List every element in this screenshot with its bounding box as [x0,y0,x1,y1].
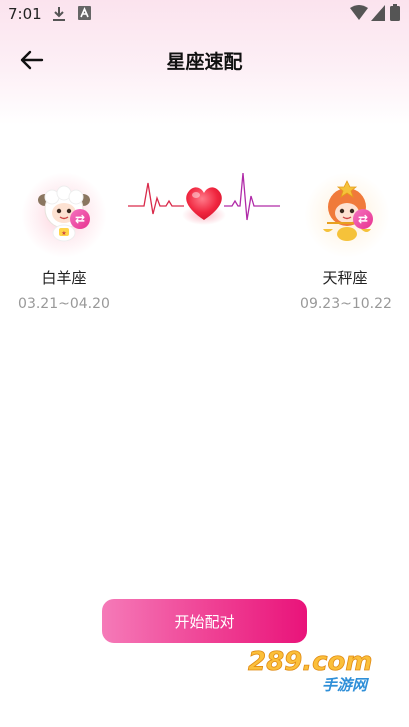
watermark-logo: 289.com 手游网 [248,647,373,694]
aries-sheep-icon: ★ [38,185,90,242]
start-matching-button[interactable]: 开始配对 [102,599,307,643]
swap-sign-button-left[interactable]: ⇄ [70,209,90,229]
watermark-brand: 289.com [248,647,373,677]
libra-character-icon [323,180,371,241]
download-icon [53,7,65,21]
swap-sign-button-right[interactable]: ⇄ [353,209,373,229]
cellular-signal-icon [371,5,385,21]
app-bar: 星座速配 [0,36,409,84]
svg-text:★: ★ [61,230,66,237]
left-sign-date: 03.21~04.20 [18,296,110,312]
aries-avatar[interactable]: ★ ⇄ [22,173,106,257]
app-notification-icon [78,6,91,20]
watermark-subtitle: 手游网 [322,676,370,694]
heartbeat-line [128,172,280,225]
status-time: 7:01 [8,5,42,23]
wifi-icon [350,5,368,20]
page-title: 星座速配 [166,51,243,73]
left-sign-name: 白羊座 [41,269,87,287]
libra-avatar[interactable]: ⇄ [305,173,389,257]
right-sign-date: 09.23~10.22 [300,296,392,312]
status-bar: 7:01 [0,0,409,28]
battery-icon [390,4,400,21]
right-sign-name: 天秤座 [322,269,368,287]
